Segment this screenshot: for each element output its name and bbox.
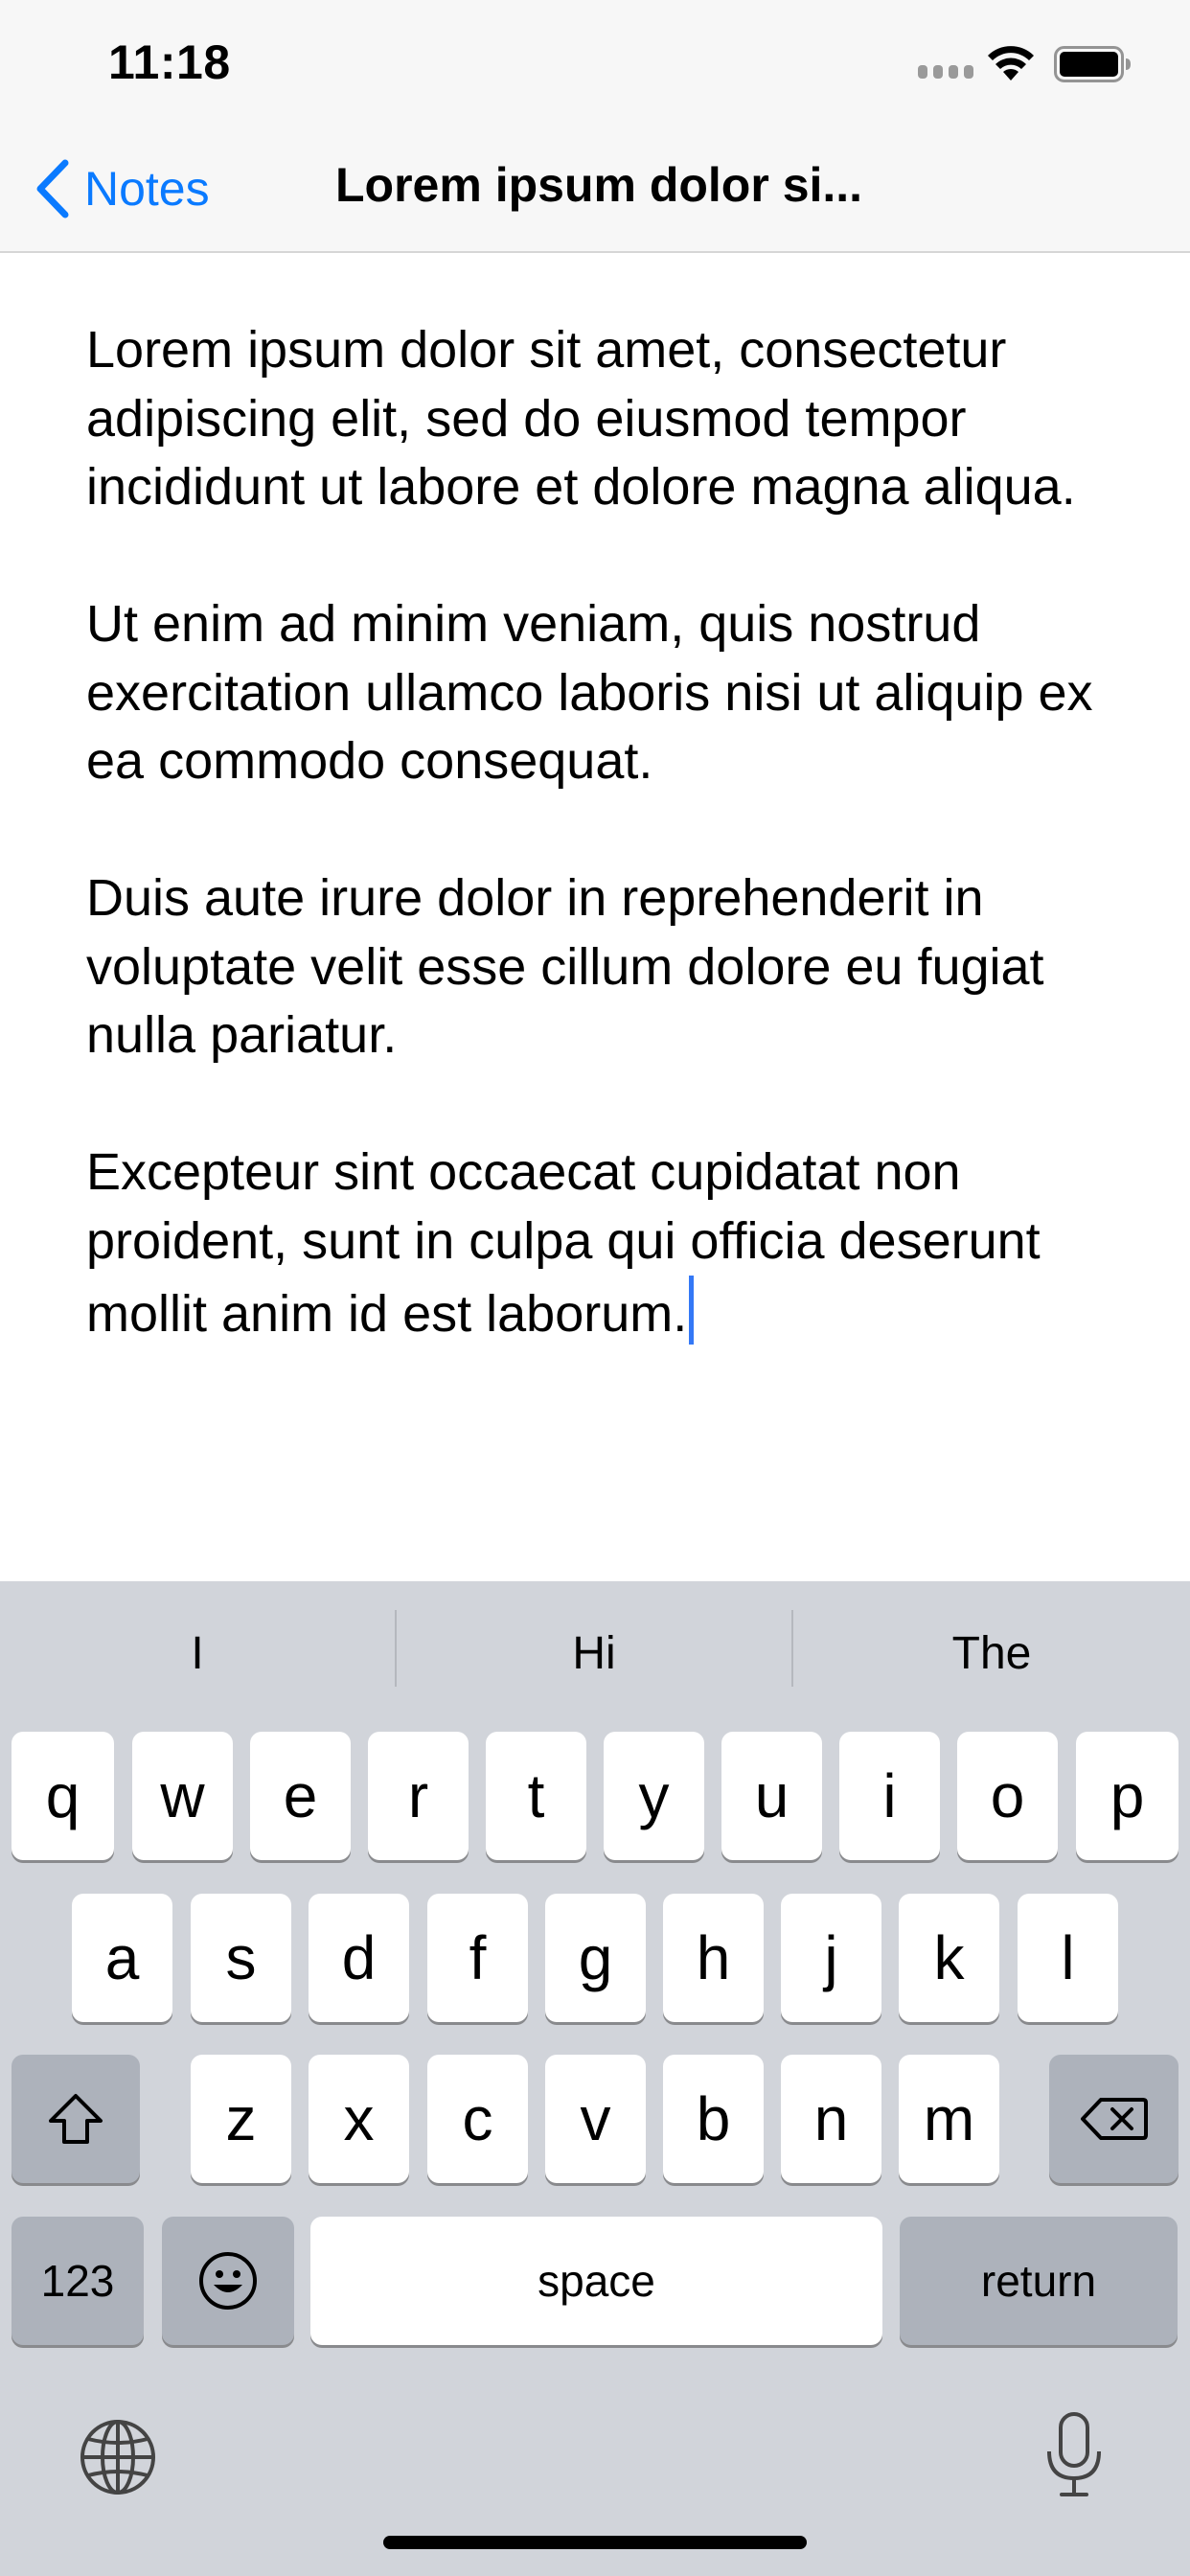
shift-key[interactable] <box>11 2055 140 2183</box>
key-z[interactable]: z <box>191 2055 291 2183</box>
suggestion-3[interactable]: The <box>793 1581 1190 1725</box>
note-paragraph: Excepteur sint occaecat cupidatat non pr… <box>86 1143 1041 1343</box>
key-x[interactable]: x <box>309 2055 409 2183</box>
status-bar: 11:18 <box>0 0 1190 126</box>
globe-icon[interactable] <box>79 2418 157 2496</box>
key-y[interactable]: y <box>604 1732 704 1860</box>
key-m[interactable]: m <box>899 2055 999 2183</box>
note-paragraph: Lorem ipsum dolor sit amet, consectetur … <box>86 321 1076 516</box>
return-key[interactable]: return <box>900 2217 1178 2345</box>
emoji-key[interactable] <box>162 2217 294 2345</box>
back-button[interactable]: Notes <box>33 155 210 222</box>
note-paragraph: Ut enim ad minim veniam, quis nostrud ex… <box>86 595 1093 790</box>
key-g[interactable]: g <box>545 1894 646 2022</box>
numbers-key[interactable]: 123 <box>11 2217 144 2345</box>
text-caret <box>689 1276 695 1345</box>
key-a[interactable]: a <box>72 1894 172 2022</box>
home-indicator <box>383 2536 807 2549</box>
battery-icon <box>1054 46 1131 82</box>
note-paragraph: Duis aute irure dolor in reprehenderit i… <box>86 869 1044 1064</box>
keyboard: I Hi The q w e r t y u i o p a s d f g h… <box>0 1581 1190 2576</box>
key-w[interactable]: w <box>132 1732 233 1860</box>
key-e[interactable]: e <box>250 1732 351 1860</box>
key-q[interactable]: q <box>11 1732 114 1860</box>
suggestion-2[interactable]: Hi <box>397 1581 791 1725</box>
key-o[interactable]: o <box>957 1732 1058 1860</box>
microphone-icon[interactable] <box>1044 2411 1104 2499</box>
nav-title: Lorem ipsum dolor si... <box>335 158 863 212</box>
key-p[interactable]: p <box>1076 1732 1179 1860</box>
chevron-left-icon <box>36 159 69 218</box>
space-key[interactable]: space <box>310 2217 882 2345</box>
status-time: 11:18 <box>108 35 231 89</box>
key-v[interactable]: v <box>545 2055 646 2183</box>
shift-arrow-icon <box>49 2094 103 2144</box>
key-u[interactable]: u <box>721 1732 822 1860</box>
backspace-icon <box>1080 2098 1148 2140</box>
key-l[interactable]: l <box>1018 1894 1118 2022</box>
key-i[interactable]: i <box>839 1732 940 1860</box>
suggestion-1[interactable]: I <box>0 1581 395 1725</box>
emoji-smiley-icon <box>199 2252 257 2310</box>
key-f[interactable]: f <box>427 1894 528 2022</box>
key-k[interactable]: k <box>899 1894 999 2022</box>
key-n[interactable]: n <box>781 2055 881 2183</box>
key-d[interactable]: d <box>309 1894 409 2022</box>
key-s[interactable]: s <box>191 1894 291 2022</box>
cellular-signal-icon <box>918 65 973 79</box>
key-h[interactable]: h <box>663 1894 764 2022</box>
key-b[interactable]: b <box>663 2055 764 2183</box>
key-t[interactable]: t <box>486 1732 586 1860</box>
key-j[interactable]: j <box>781 1894 881 2022</box>
navigation-bar: Notes Lorem ipsum dolor si... <box>0 126 1190 253</box>
note-text-editor[interactable]: Lorem ipsum dolor sit amet, consectetur … <box>86 316 1131 1349</box>
wifi-icon <box>988 46 1034 80</box>
key-r[interactable]: r <box>368 1732 469 1860</box>
key-c[interactable]: c <box>427 2055 528 2183</box>
delete-key[interactable] <box>1049 2055 1179 2183</box>
back-label: Notes <box>84 162 210 216</box>
